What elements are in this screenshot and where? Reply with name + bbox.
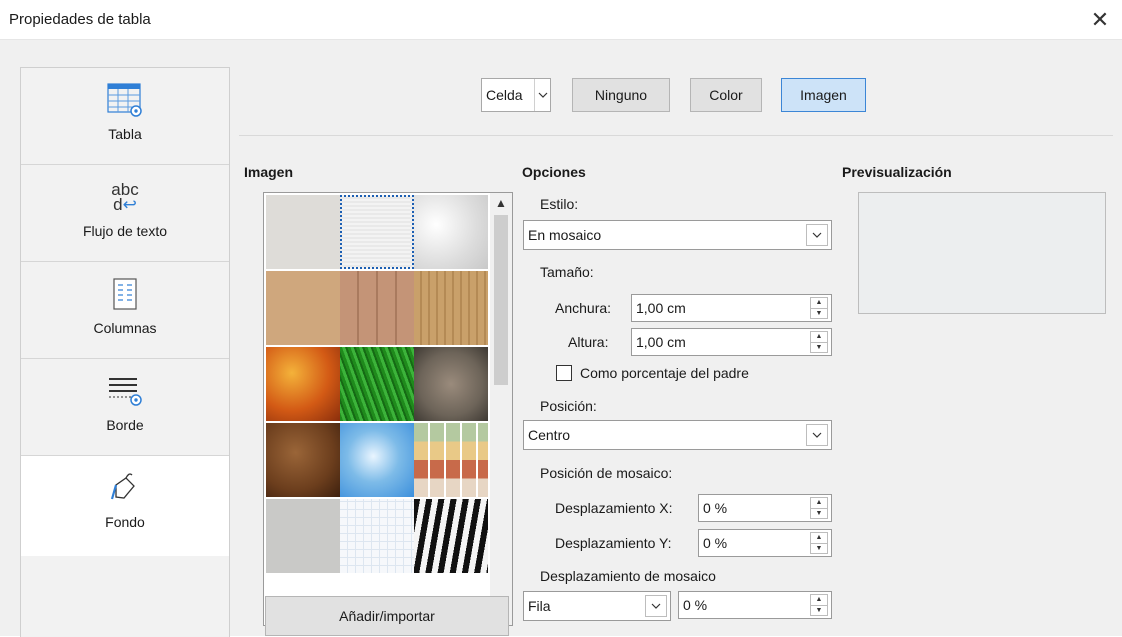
tile-stone-pebbles[interactable] bbox=[414, 347, 488, 421]
relative-label: Como porcentaje del padre bbox=[580, 365, 749, 381]
sidebar: Tabla abc d↩ Flujo de texto Columnas Bor… bbox=[20, 67, 230, 637]
borders-icon bbox=[109, 378, 142, 406]
tile-offset-label: Desplazamiento de mosaico bbox=[540, 568, 716, 584]
tile-offset-stepper[interactable]: ▲ ▼ bbox=[810, 594, 828, 616]
y-offset-field[interactable]: 0 % ▲ ▼ bbox=[698, 529, 832, 557]
sidebar-item-fondo[interactable]: Fondo bbox=[21, 456, 229, 556]
height-field[interactable]: 1,00 cm ▲ ▼ bbox=[631, 328, 832, 356]
sidebar-item-label: Borde bbox=[106, 417, 144, 433]
close-icon[interactable]: ✕ bbox=[1078, 0, 1122, 40]
chevron-down-icon[interactable] bbox=[645, 595, 667, 617]
tile-paper-texture[interactable] bbox=[340, 195, 414, 269]
image-gallery-tiles bbox=[264, 193, 490, 625]
x-offset-label: Desplazamiento X: bbox=[555, 500, 673, 516]
position-label: Posición: bbox=[540, 398, 597, 414]
style-value: En mosaico bbox=[528, 227, 602, 243]
tile-position-label: Posición de mosaico: bbox=[540, 465, 673, 481]
scroll-up-icon[interactable]: ▲ bbox=[490, 193, 512, 213]
add-import-button[interactable]: Añadir/importar bbox=[265, 596, 509, 636]
table-properties-icon bbox=[107, 83, 142, 117]
tile-offset-mode-select[interactable]: Fila bbox=[523, 591, 671, 621]
width-value: 1,00 cm bbox=[636, 300, 686, 316]
y-offset-label: Desplazamiento Y: bbox=[555, 535, 672, 551]
image-button[interactable]: Imagen bbox=[781, 78, 866, 112]
sidebar-item-borde[interactable]: Borde bbox=[21, 359, 229, 456]
options-heading: Opciones bbox=[522, 164, 586, 180]
dialog-title: Propiedades de tabla bbox=[9, 11, 151, 28]
position-value: Centro bbox=[528, 427, 571, 443]
image-heading: Imagen bbox=[244, 164, 294, 180]
tile-autumn-leaves[interactable] bbox=[266, 347, 340, 421]
width-stepper[interactable]: ▲ ▼ bbox=[810, 297, 828, 319]
background-fill-icon bbox=[110, 473, 135, 500]
tile-coffee-beans[interactable] bbox=[266, 423, 340, 497]
target-combo[interactable]: Celda bbox=[481, 78, 551, 112]
none-button[interactable]: Ninguno bbox=[572, 78, 670, 112]
tile-offset-field[interactable]: 0 % ▲ ▼ bbox=[678, 591, 832, 619]
x-offset-field[interactable]: 0 % ▲ ▼ bbox=[698, 494, 832, 522]
title-bar: Propiedades de tabla ✕ bbox=[0, 0, 1122, 40]
image-gallery[interactable]: ▲ ▼ bbox=[263, 192, 513, 626]
style-select[interactable]: En mosaico bbox=[523, 220, 832, 250]
width-label: Anchura: bbox=[555, 300, 612, 316]
sidebar-item-tabla[interactable]: Tabla bbox=[21, 68, 229, 165]
height-label: Altura: bbox=[568, 334, 609, 350]
chevron-down-icon[interactable] bbox=[806, 424, 828, 446]
tile-graph-paper[interactable] bbox=[340, 499, 414, 573]
sidebar-item-label: Tabla bbox=[108, 126, 142, 142]
tile-offset-mode-value: Fila bbox=[528, 598, 551, 614]
tile-crumpled-paper[interactable] bbox=[414, 195, 488, 269]
style-label: Estilo: bbox=[540, 196, 579, 212]
preview-heading: Previsualización bbox=[842, 164, 952, 180]
tile-fence-wood[interactable] bbox=[414, 271, 488, 345]
tile-wood-planks[interactable] bbox=[340, 271, 414, 345]
columns-icon bbox=[113, 278, 137, 310]
position-select[interactable]: Centro bbox=[523, 420, 832, 450]
chevron-down-icon[interactable] bbox=[534, 79, 550, 111]
height-value: 1,00 cm bbox=[636, 334, 686, 350]
gallery-scrollbar[interactable]: ▲ ▼ bbox=[490, 193, 512, 625]
width-field[interactable]: 1,00 cm ▲ ▼ bbox=[631, 294, 832, 322]
scroll-thumb[interactable] bbox=[494, 215, 508, 385]
sidebar-item-label: Fondo bbox=[105, 514, 145, 530]
tile-zebra[interactable] bbox=[414, 499, 488, 573]
x-offset-stepper[interactable]: ▲ ▼ bbox=[810, 497, 828, 519]
target-value: Celda bbox=[486, 87, 523, 103]
tile-painted-white[interactable] bbox=[266, 195, 340, 269]
height-stepper[interactable]: ▲ ▼ bbox=[810, 331, 828, 353]
sidebar-item-label: Columnas bbox=[93, 320, 157, 336]
y-offset-value: 0 % bbox=[703, 535, 728, 551]
preview-pane bbox=[858, 192, 1106, 314]
tile-grass[interactable] bbox=[340, 347, 414, 421]
chevron-down-icon[interactable] bbox=[806, 224, 828, 246]
sidebar-item-flujo-de-texto[interactable]: abc d↩ Flujo de texto bbox=[21, 165, 229, 262]
tile-pebbles-light[interactable] bbox=[266, 271, 340, 345]
dialog-body: Tabla abc d↩ Flujo de texto Columnas Bor… bbox=[0, 40, 1122, 637]
y-offset-stepper[interactable]: ▲ ▼ bbox=[810, 532, 828, 554]
sidebar-item-columnas[interactable]: Columnas bbox=[21, 262, 229, 359]
size-label: Tamaño: bbox=[540, 264, 594, 280]
tile-color-mosaic[interactable] bbox=[414, 423, 488, 497]
tile-offset-value: 0 % bbox=[683, 597, 708, 613]
x-offset-value: 0 % bbox=[703, 500, 728, 516]
tile-concrete[interactable] bbox=[266, 499, 340, 573]
divider bbox=[239, 135, 1113, 136]
tile-sky-clouds[interactable] bbox=[340, 423, 414, 497]
sidebar-item-label: Flujo de texto bbox=[82, 223, 168, 239]
relative-checkbox[interactable] bbox=[556, 365, 572, 381]
color-button[interactable]: Color bbox=[690, 78, 762, 112]
text-flow-icon: abc d↩ bbox=[111, 180, 139, 214]
